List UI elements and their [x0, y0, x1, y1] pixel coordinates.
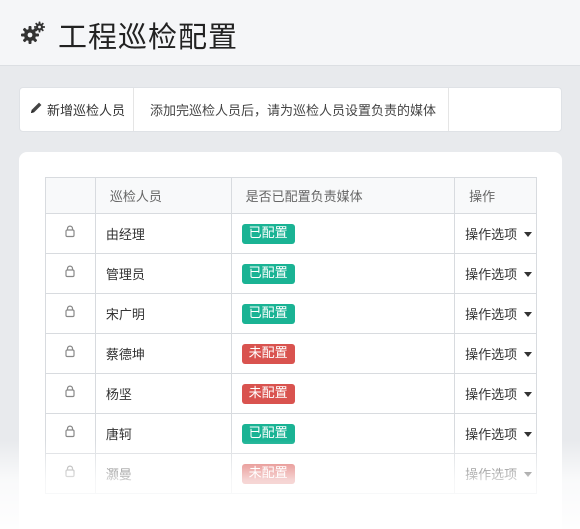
table-row: 管理员 已配置 操作选项 — [45, 253, 537, 294]
table-row: 由经理 已配置 操作选项 — [45, 213, 537, 254]
table-row: 杨坚 未配置 操作选项 — [45, 373, 537, 414]
row-options-label: 操作选项 — [465, 348, 518, 363]
page-title: 工程巡检配置 — [58, 20, 239, 54]
row-options-dropdown[interactable]: 操作选项 — [465, 384, 533, 403]
caret-down-icon — [524, 432, 533, 437]
caret-down-icon — [524, 272, 533, 277]
row-options-dropdown[interactable]: 操作选项 — [465, 264, 533, 283]
status-badge: 已配置 — [241, 263, 295, 284]
row-options-label: 操作选项 — [465, 228, 518, 243]
col-actions-header: 操作 — [454, 177, 537, 214]
gears-icon — [20, 20, 46, 46]
table-row: 宋广明 已配置 操作选项 — [45, 293, 537, 334]
table-row: 唐轲 已配置 操作选项 — [45, 413, 537, 454]
user-icon — [64, 265, 76, 282]
inspector-name: 宋广明 — [94, 293, 232, 334]
add-inspector-label: 新增巡检人员 — [47, 104, 126, 119]
inspector-name: 蔡德坤 — [94, 333, 232, 374]
toolbar-hint: 添加完巡检人员后，请为巡检人员设置负责的媒体 — [134, 88, 450, 131]
user-icon — [64, 305, 76, 322]
status-badge: 未配置 — [241, 463, 295, 484]
table-row: 蔡德坤 未配置 操作选项 — [45, 333, 537, 374]
inspector-panel: 巡检人员 是否已配置负责媒体 操作 由经理 已配置 操作选项 管理员 已配置 操作选项 宋广… — [19, 152, 562, 529]
caret-down-icon — [524, 312, 533, 317]
user-icon — [64, 225, 76, 242]
col-inspector-header: 巡检人员 — [94, 177, 232, 214]
user-icon — [64, 345, 76, 362]
row-options-dropdown[interactable]: 操作选项 — [465, 224, 533, 243]
user-icon — [64, 465, 76, 482]
add-inspector-button[interactable]: 新增巡检人员 — [20, 88, 134, 131]
toolbar: 新增巡检人员 添加完巡检人员后，请为巡检人员设置负责的媒体 — [19, 87, 562, 132]
status-badge: 已配置 — [241, 303, 295, 324]
row-options-label: 操作选项 — [465, 308, 518, 323]
col-status-header: 是否已配置负责媒体 — [230, 177, 456, 214]
table-row: 灏曼 未配置 操作选项 — [45, 453, 537, 494]
row-options-dropdown[interactable]: 操作选项 — [465, 344, 533, 363]
inspector-name: 灏曼 — [94, 453, 232, 494]
inspector-name: 唐轲 — [94, 413, 232, 454]
status-badge: 未配置 — [241, 383, 295, 404]
row-options-label: 操作选项 — [465, 388, 518, 403]
inspector-table: 巡检人员 是否已配置负责媒体 操作 由经理 已配置 操作选项 管理员 已配置 操作选项 宋广… — [45, 177, 537, 494]
inspector-name: 由经理 — [94, 213, 232, 254]
inspector-name: 杨坚 — [94, 373, 232, 414]
row-options-label: 操作选项 — [465, 428, 518, 443]
caret-down-icon — [524, 232, 533, 237]
row-options-label: 操作选项 — [465, 268, 518, 283]
row-options-dropdown[interactable]: 操作选项 — [465, 304, 533, 323]
user-icon — [64, 425, 76, 442]
pencil-icon — [30, 101, 47, 118]
status-badge: 未配置 — [241, 343, 295, 364]
caret-down-icon — [524, 352, 533, 357]
table-header-row: 巡检人员 是否已配置负责媒体 操作 — [45, 177, 537, 214]
col-icon-header — [45, 177, 96, 214]
status-badge: 已配置 — [241, 223, 295, 244]
inspector-name: 管理员 — [94, 253, 232, 294]
user-icon — [64, 385, 76, 402]
row-options-dropdown[interactable]: 操作选项 — [465, 424, 533, 443]
page-header: 工程巡检配置 — [0, 0, 580, 66]
caret-down-icon — [524, 472, 533, 477]
row-options-dropdown[interactable]: 操作选项 — [465, 464, 533, 483]
caret-down-icon — [524, 392, 533, 397]
status-badge: 已配置 — [241, 423, 295, 444]
row-options-label: 操作选项 — [465, 468, 518, 483]
